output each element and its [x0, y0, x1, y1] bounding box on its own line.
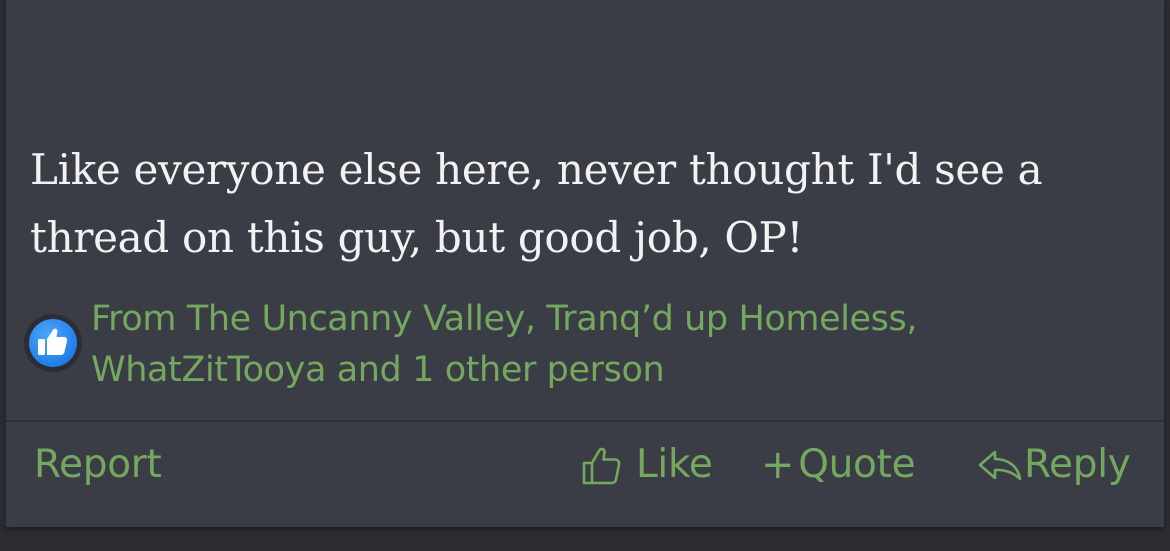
- post-message: Like everyone else here, never thought I…: [30, 136, 1130, 272]
- post-message-line: thread on this guy, but good job, OP!: [30, 213, 804, 262]
- reply-label: Reply: [1024, 442, 1131, 487]
- thumbs-up-icon: [38, 328, 68, 355]
- like-button[interactable]: Like: [580, 440, 713, 490]
- post-message-line: Like everyone else here, never thought I…: [30, 145, 1043, 194]
- report-label: Report: [34, 442, 162, 487]
- like-label: Like: [636, 442, 713, 487]
- post-footer: Report Like + Quote Reply: [6, 422, 1164, 527]
- reply-arrow-icon: [978, 450, 1022, 481]
- like-reaction-badge[interactable]: [24, 314, 82, 372]
- post-card: Like everyone else here, never thought I…: [6, 0, 1164, 527]
- thumbs-up-outline-icon: [582, 447, 621, 485]
- quote-button[interactable]: + Quote: [761, 440, 916, 490]
- reply-button[interactable]: Reply: [976, 440, 1131, 490]
- reaction-users-line[interactable]: WhatZitTooya and 1 other person: [91, 345, 1091, 396]
- reaction-users-link[interactable]: From The Uncanny Valley, Tranq’d up Home…: [91, 294, 1091, 396]
- report-button[interactable]: Report: [34, 440, 162, 490]
- reaction-users-line[interactable]: From The Uncanny Valley, Tranq’d up Home…: [91, 294, 1091, 345]
- plus-icon: +: [761, 442, 795, 488]
- quote-label: Quote: [798, 442, 916, 487]
- reactions-bar[interactable]: From The Uncanny Valley, Tranq’d up Home…: [24, 294, 1144, 394]
